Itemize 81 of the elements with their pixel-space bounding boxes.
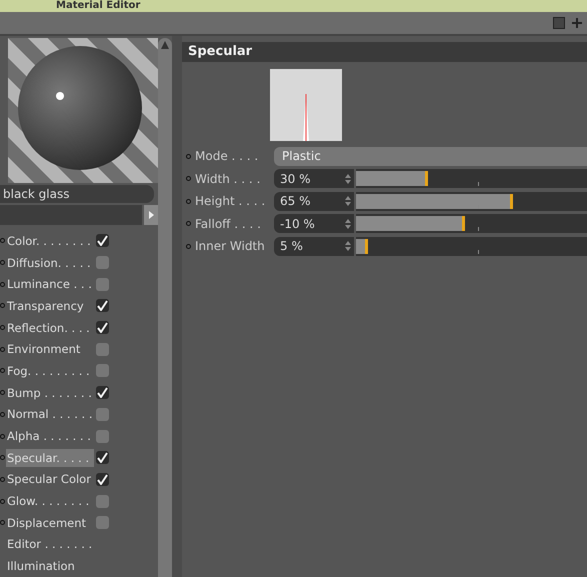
parameter-dot-icon (186, 198, 191, 204)
triangle-right-icon[interactable] (148, 211, 154, 219)
channel-item[interactable]: Color. . . . . . . . (6, 232, 94, 250)
channel-checkbox[interactable] (96, 342, 109, 356)
channel-item[interactable]: Bump . . . . . . . (6, 384, 94, 402)
slider-track[interactable] (356, 169, 587, 188)
parameter-dot-icon (186, 221, 191, 226)
stepper-arrows-icon[interactable] (345, 218, 351, 229)
channel-checkbox[interactable] (96, 364, 109, 378)
panel-title: Specular (182, 42, 587, 62)
parameter-dot-icon (186, 154, 191, 159)
channel-checkbox[interactable] (96, 494, 109, 508)
parameter-label: Height . . . . (194, 194, 266, 208)
channel-item[interactable]: Fog. . . . . . . . . (6, 362, 94, 380)
channel-dot-icon (0, 282, 5, 287)
stepper-arrows-icon[interactable] (345, 174, 351, 184)
channel-item[interactable]: Glow. . . . . . . . (6, 492, 94, 510)
channel-dot-icon (0, 412, 5, 417)
slider-track[interactable] (356, 192, 587, 211)
plus-icon[interactable] (571, 17, 583, 29)
channel-dot-icon (0, 303, 5, 308)
channel-dot-icon (0, 260, 5, 266)
triangle-up-icon[interactable] (161, 41, 169, 49)
channel-dot-icon (0, 368, 5, 374)
channel-checkbox[interactable] (96, 472, 109, 486)
channel-item[interactable]: Specular Color (6, 470, 94, 488)
channel-item[interactable]: Transparency (6, 296, 94, 315)
slider-track[interactable] (356, 214, 587, 234)
channel-dot-icon (0, 434, 5, 439)
scrollbar[interactable] (158, 38, 172, 577)
channel-checkbox[interactable] (96, 234, 109, 248)
channel-checkbox[interactable] (96, 321, 109, 334)
channel-checkbox[interactable] (96, 278, 109, 291)
channel-item[interactable]: Normal . . . . . . (6, 405, 94, 424)
stepper-arrows-icon[interactable] (345, 196, 351, 206)
channel-dot-icon (0, 325, 5, 330)
value-field[interactable]: 5 % (274, 236, 354, 256)
slider-fill[interactable] (356, 194, 514, 209)
channel-dot-icon (0, 476, 5, 482)
channel-item[interactable]: Illumination (6, 557, 94, 576)
channel-item[interactable]: Displacement (6, 514, 94, 532)
parameter-label: Width . . . . (194, 172, 262, 186)
channel-item[interactable]: Alpha . . . . . . . (6, 427, 94, 446)
channel-dot-icon (0, 238, 5, 244)
channel-checkbox[interactable] (96, 451, 109, 464)
channel-checkbox[interactable] (96, 299, 109, 312)
slider-track[interactable] (356, 236, 587, 256)
parameter-label: Falloff . . . . (194, 216, 262, 231)
parameter-dot-icon (186, 176, 191, 182)
parameter-label: Inner Width (194, 239, 266, 254)
channel-dot-icon (0, 455, 5, 460)
channel-checkbox[interactable] (96, 408, 109, 421)
parameter-label: Mode . . . . (194, 149, 260, 164)
channel-item[interactable]: Luminance . . . (6, 275, 94, 294)
specular-curve-graph (270, 69, 342, 141)
channel-item[interactable]: Specular. . . . . (6, 448, 94, 467)
arrow-button[interactable] (144, 205, 158, 225)
input-field[interactable] (0, 205, 142, 225)
channel-item[interactable]: Diffusion. . . . . (6, 254, 94, 272)
mode-dropdown[interactable]: Plastic (274, 146, 587, 166)
channel-dot-icon (0, 390, 5, 396)
channel-item[interactable]: Environment (6, 340, 94, 358)
stepper-arrows-icon[interactable] (345, 241, 351, 252)
slider-fill[interactable] (356, 216, 465, 232)
value-field[interactable]: 30 % (274, 169, 354, 188)
slider-fill[interactable] (356, 238, 368, 254)
value-field[interactable]: 65 % (274, 192, 354, 211)
channel-item[interactable]: Editor . . . . . . . (6, 535, 94, 554)
channel-item[interactable]: Reflection. . . . (6, 318, 94, 337)
parameter-dot-icon (186, 244, 191, 249)
channel-checkbox[interactable] (96, 430, 109, 443)
value-field[interactable]: -10 % (274, 214, 354, 234)
window-title: Material Editor (0, 0, 587, 12)
slider-fill[interactable] (356, 171, 428, 186)
channel-dot-icon (0, 498, 5, 504)
channel-dot-icon (0, 520, 5, 526)
channel-dot-icon (0, 346, 5, 352)
channel-checkbox[interactable] (96, 516, 109, 530)
channel-checkbox[interactable] (96, 256, 109, 270)
channel-checkbox[interactable] (96, 386, 109, 400)
material-name-field[interactable]: black glass (0, 185, 154, 203)
